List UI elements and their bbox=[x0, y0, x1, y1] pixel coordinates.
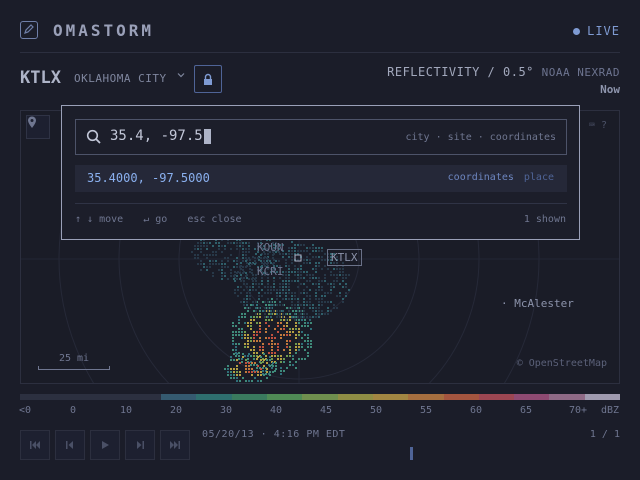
time-label: Now bbox=[600, 83, 620, 96]
site-label-kcri[interactable]: KCRI bbox=[257, 265, 284, 278]
step-back-icon bbox=[66, 441, 73, 449]
colorbar-segment bbox=[231, 394, 268, 400]
keyboard-hint[interactable]: ⌨ ? bbox=[589, 120, 607, 131]
text-caret bbox=[203, 128, 211, 144]
help-label: ? bbox=[600, 120, 607, 131]
search-icon bbox=[86, 129, 101, 144]
station-id[interactable]: KTLX bbox=[20, 68, 61, 88]
colorbar-segment bbox=[267, 394, 303, 400]
skip-forward-icon bbox=[170, 441, 180, 449]
result-tags: coordinates place bbox=[448, 172, 554, 183]
result-coordinates: 35.4000, -97.5000 bbox=[87, 171, 210, 185]
colorbar-segment bbox=[549, 394, 585, 400]
colorbar-tick: 20 bbox=[169, 405, 183, 416]
scale-bar-line bbox=[38, 366, 110, 370]
colorbar-segment bbox=[90, 394, 126, 400]
colorbar-segment bbox=[196, 394, 232, 400]
colorbar-tick: dBZ bbox=[600, 405, 620, 416]
colorbar-segment bbox=[55, 394, 91, 400]
site-label-koun[interactable]: KOUN bbox=[257, 241, 284, 254]
colorbar-segment bbox=[161, 394, 197, 400]
search-query: 35.4, -97.5 bbox=[110, 128, 203, 144]
colorbar-tick: <0 bbox=[18, 405, 32, 416]
search-input[interactable]: 35.4, -97.5 bbox=[110, 128, 211, 144]
colorbar-tick: 40 bbox=[269, 405, 283, 416]
pencil-square-icon bbox=[20, 21, 38, 39]
product-name: REFLECTIVITY / 0.5° bbox=[387, 65, 534, 79]
station-city[interactable]: OKLAHOMA CITY bbox=[74, 72, 167, 85]
location-search-palette: 35.4, -97.5 city · site · coordinates 35… bbox=[61, 105, 580, 240]
colorbar-tick: 30 bbox=[219, 405, 233, 416]
colorbar-tick: 70+ bbox=[568, 405, 588, 416]
colorbar-segment bbox=[337, 394, 373, 400]
product-source: NOAA NEXRAD bbox=[541, 66, 620, 79]
search-hint: city · site · coordinates bbox=[405, 132, 556, 143]
step-forward-button[interactable] bbox=[125, 430, 155, 460]
step-back-button[interactable] bbox=[55, 430, 85, 460]
colorbar-tick: 0 bbox=[69, 405, 77, 416]
live-label: LIVE bbox=[587, 24, 620, 38]
palette-divider bbox=[75, 203, 567, 204]
scale-bar: 25 mi bbox=[38, 353, 110, 370]
scale-label: 25 mi bbox=[58, 353, 90, 364]
map-attribution[interactable]: © OpenStreetMap bbox=[517, 358, 607, 369]
live-indicator[interactable]: LIVE bbox=[573, 24, 620, 38]
colorbar-segment bbox=[584, 394, 621, 400]
colorbar-segment bbox=[20, 394, 56, 400]
keyboard-icon: ⌨ bbox=[588, 120, 595, 131]
app-title: OMASTORM bbox=[53, 21, 155, 40]
product-label[interactable]: REFLECTIVITY / 0.5° NOAA NEXRAD bbox=[387, 65, 620, 79]
colorbar-segment bbox=[514, 394, 550, 400]
colorbar-segment bbox=[443, 394, 479, 400]
timeline-scrubber[interactable] bbox=[410, 447, 413, 460]
result-tag-coordinates: coordinates bbox=[447, 172, 514, 183]
frame-timestamp: 05/20/13 · 4:16 PM EDT bbox=[202, 429, 346, 440]
search-box[interactable]: 35.4, -97.5 city · site · coordinates bbox=[75, 119, 567, 155]
search-result-item[interactable]: 35.4000, -97.5000 coordinates place bbox=[75, 165, 567, 192]
header-divider bbox=[20, 52, 620, 53]
colorbar-tick: 65 bbox=[519, 405, 533, 416]
shortcut-move: ↑ ↓ move bbox=[75, 214, 124, 225]
colorbar-tick: 50 bbox=[369, 405, 383, 416]
skip-back-button[interactable] bbox=[20, 430, 50, 460]
colorbar-segment bbox=[478, 394, 515, 400]
reflectivity-colorbar bbox=[20, 394, 621, 400]
colorbar-tick: 45 bbox=[319, 405, 333, 416]
skip-forward-button[interactable] bbox=[160, 430, 190, 460]
frame-counter: 1 / 1 bbox=[589, 429, 620, 440]
result-tag-place: place bbox=[523, 172, 554, 183]
locate-button[interactable] bbox=[26, 115, 50, 139]
live-dot-icon bbox=[573, 27, 581, 35]
city-label-mcalester: · McAlester bbox=[501, 297, 574, 310]
colorbar-tick: 10 bbox=[119, 405, 133, 416]
shortcut-go: ↵ go bbox=[143, 214, 168, 225]
play-button[interactable] bbox=[90, 430, 120, 460]
lock-button[interactable] bbox=[194, 65, 222, 93]
colorbar-segment bbox=[408, 394, 444, 400]
map-pin-icon bbox=[28, 116, 36, 128]
skip-back-icon bbox=[30, 441, 40, 449]
colorbar-ticks: <0 0 10 20 30 40 45 50 55 60 65 70+ dBZ bbox=[18, 405, 620, 417]
chevron-down-icon[interactable] bbox=[177, 71, 185, 82]
colorbar-segment bbox=[125, 394, 162, 400]
step-forward-icon bbox=[137, 441, 144, 449]
play-icon bbox=[102, 441, 109, 449]
lock-icon bbox=[204, 73, 212, 85]
colorbar-tick: 55 bbox=[419, 405, 433, 416]
shortcut-close: esc close bbox=[187, 214, 242, 225]
colorbar-segment bbox=[302, 394, 338, 400]
result-count: 1 shown bbox=[523, 214, 566, 225]
site-label-ktlx[interactable]: KTLX bbox=[327, 249, 362, 266]
colorbar-segment bbox=[372, 394, 409, 400]
colorbar-tick: 60 bbox=[469, 405, 483, 416]
palette-shortcuts: ↑ ↓ move ↵ go esc close bbox=[75, 214, 256, 225]
